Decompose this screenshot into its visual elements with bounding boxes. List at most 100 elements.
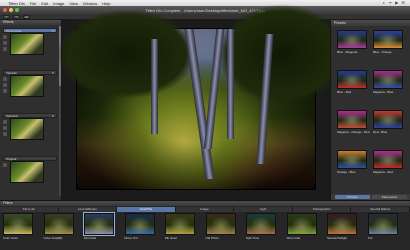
filter-item[interactable]: Mono Tint — [124, 213, 155, 240]
effect-item[interactable]: Original — [3, 156, 57, 183]
effect-thumbnail[interactable] — [10, 75, 44, 97]
menu-file[interactable]: File — [30, 1, 36, 6]
menu-window[interactable]: Window — [83, 1, 97, 6]
filter-thumbnail[interactable] — [165, 213, 195, 235]
preset-item[interactable]: Orange - Blue — [337, 150, 367, 174]
filter-thumbnail[interactable] — [124, 213, 155, 235]
filter-item[interactable]: Old Photo — [205, 213, 236, 240]
filter-item[interactable]: Strip Grad — [286, 213, 317, 240]
effect-item[interactable]: Selective ✕ — [3, 113, 57, 140]
filter-category-tab[interactable]: Lens Diffusion — [58, 207, 118, 212]
effect-thumbnail[interactable] — [10, 33, 44, 55]
menu-view[interactable]: View — [69, 1, 78, 6]
visibility-toggle-icon[interactable] — [3, 163, 7, 167]
filter-label: Old Photo — [205, 236, 219, 240]
effect-item-label: Cross Grad — [6, 29, 22, 33]
filter-thumbnail[interactable] — [43, 213, 74, 235]
preset-thumbnail[interactable] — [337, 30, 367, 49]
filter-item[interactable]: Split Tone — [246, 213, 276, 240]
presets-panel: Presets Blue - Magenta Blue - Orange Blue … — [330, 20, 410, 200]
tab-presets[interactable]: Presets — [335, 195, 370, 199]
filter-category-tab[interactable]: Photographic — [292, 207, 352, 212]
filter-item[interactable]: Mk Grad — [165, 213, 195, 240]
undo-button[interactable]: ↶ — [3, 14, 10, 19]
preset-thumbnail[interactable] — [337, 70, 367, 89]
tree-trunk — [151, 39, 158, 134]
preset-item[interactable]: Magenta - Blue — [373, 70, 403, 94]
settings-icon[interactable] — [3, 132, 7, 136]
tree-canopy — [217, 4, 347, 104]
filter-label: Dbl Grad — [84, 236, 97, 240]
menu-help[interactable]: Help — [102, 1, 110, 6]
settings-icon[interactable] — [3, 47, 7, 51]
preset-thumbnail[interactable] — [373, 30, 403, 49]
tab-parameters[interactable]: Parameters — [372, 195, 407, 199]
settings-icon[interactable] — [3, 89, 7, 93]
menu-edit[interactable]: Edit — [41, 1, 48, 6]
preset-label: Red - Blue — [373, 130, 388, 134]
preset-thumbnail[interactable] — [337, 110, 367, 129]
filter-category-tab[interactable]: Image — [175, 207, 235, 212]
remove-effect-icon[interactable]: ✕ — [51, 71, 54, 75]
mask-icon[interactable] — [3, 83, 7, 87]
filter-category-tabs: Film Lab Lens Diffusion Grad/Tint Image Ligh… — [0, 207, 410, 212]
filter-label: Color-Grad(B) — [43, 236, 63, 240]
compare-button[interactable]: ⊞ — [23, 14, 30, 19]
effect-thumbnail[interactable] — [10, 161, 44, 183]
window-title-bar: Tiffen Dfx Complete - /Users/user/Deskto… — [0, 6, 410, 14]
tree-trunk — [203, 29, 225, 149]
visibility-toggle-icon[interactable] — [3, 77, 7, 81]
filter-thumbnail[interactable] — [3, 213, 33, 235]
redo-button[interactable]: ↷ — [13, 14, 20, 19]
filter-thumbnail[interactable] — [286, 213, 317, 235]
mask-icon[interactable] — [3, 126, 7, 130]
preset-thumbnail[interactable] — [337, 150, 367, 169]
preset-thumbnail[interactable] — [373, 150, 403, 169]
preset-item[interactable]: Blue - Magenta — [337, 30, 367, 54]
preset-item[interactable]: Magenta - Red — [373, 150, 403, 174]
filter-thumbnail[interactable] — [367, 213, 398, 235]
filter-label: Split Tone — [246, 236, 260, 240]
effect-item-label-bar[interactable]: Cross Grad ✕ — [3, 28, 57, 33]
filter-item[interactable]: Tint — [367, 213, 398, 240]
filter-thumbnail[interactable] — [246, 213, 276, 235]
filter-thumbnail[interactable] — [205, 213, 236, 235]
filter-category-tab[interactable]: Grad/Tint — [117, 207, 176, 212]
filter-item[interactable]: Sunset/Twilight — [327, 213, 357, 240]
effect-item-label-bar[interactable]: Selective ✕ — [3, 113, 57, 118]
effect-controls — [3, 163, 8, 169]
filter-label: Mk Grad — [165, 236, 177, 240]
effect-item[interactable]: Vignette ✕ — [3, 70, 57, 97]
preset-item[interactable]: Blue - Red — [337, 70, 367, 94]
filter-item[interactable]: Color Grad — [3, 213, 33, 240]
preset-item[interactable]: Red - Blue — [373, 110, 403, 134]
preset-item[interactable]: Blue - Orange — [373, 30, 403, 54]
effect-item-label-bar[interactable]: Vignette ✕ — [3, 70, 57, 75]
filter-thumbnail[interactable] — [327, 213, 357, 235]
remove-effect-icon[interactable]: ✕ — [51, 29, 54, 33]
remove-effect-icon[interactable]: ✕ — [51, 114, 54, 118]
effects-panel-title: Effects — [0, 20, 61, 25]
effect-item-label-bar[interactable]: Original — [3, 156, 57, 161]
effect-controls — [3, 77, 8, 95]
mask-icon[interactable] — [3, 41, 7, 45]
visibility-toggle-icon[interactable] — [3, 120, 7, 124]
menu-app[interactable]: Tiffen Dfx — [8, 1, 25, 6]
preset-item[interactable]: Magenta - Orange - Red — [337, 110, 370, 134]
forest-photo[interactable] — [57, 4, 347, 190]
effect-thumbnail[interactable] — [10, 118, 44, 140]
filter-category-tab[interactable]: Light — [234, 207, 293, 212]
filter-thumbnail[interactable] — [83, 212, 115, 236]
preset-label: Blue - Magenta — [337, 50, 358, 54]
menu-image[interactable]: Image — [53, 1, 64, 6]
filter-item[interactable]: Color-Grad(B) — [43, 213, 74, 240]
effect-controls — [3, 120, 8, 138]
effect-item[interactable]: Cross Grad ✕ — [3, 28, 57, 55]
filter-category-tab[interactable]: Special Effects — [351, 207, 410, 212]
preset-thumbnail[interactable] — [373, 110, 403, 129]
preset-thumbnail[interactable] — [373, 70, 403, 89]
filter-item[interactable]: Dbl Grad — [83, 212, 115, 240]
effect-item-label: Selective — [6, 114, 19, 118]
filter-category-tab[interactable]: Film Lab — [0, 207, 59, 212]
visibility-toggle-icon[interactable] — [3, 35, 7, 39]
